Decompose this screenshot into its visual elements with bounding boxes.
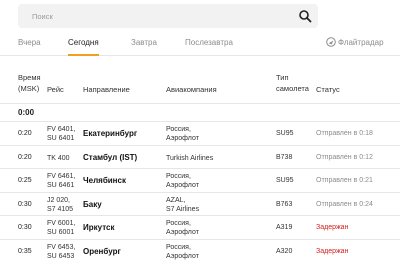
search-icon[interactable] <box>298 9 312 23</box>
col-status: Статус <box>316 85 340 94</box>
status-text: Задержан <box>316 224 349 231</box>
table-row[interactable]: 0:20 TK 400 Стамбул (IST) Turkish Airlines B… <box>0 144 400 169</box>
destination-city: Оренбург <box>83 246 121 256</box>
col-destination: Направление <box>83 85 130 94</box>
search-bar <box>18 4 318 28</box>
status-text: Отправлен в 0:21 <box>316 177 373 184</box>
tab-day-after-tomorrow[interactable]: Послезавтра <box>185 38 233 47</box>
table-row[interactable]: 0:20 FV 6401, SU 6401 Екатеринбург Россия, Аэ… <box>0 121 400 145</box>
destination-city: Иркутск <box>83 223 115 232</box>
status-text: Отправлен в 0:12 <box>316 153 373 161</box>
destination-city: Стамбул (IST) <box>83 152 138 162</box>
status-text: Задержан <box>316 247 349 255</box>
flightradar-label: Флайтрадар <box>338 38 384 47</box>
status-text: Отправлен в 0:18 <box>316 130 373 137</box>
aircraft-type: A320 <box>276 247 293 255</box>
airline-name: Turkish Airlines <box>166 154 214 162</box>
day-tabs: Вчера Сегодня Завтра Послезавтра Флайтра… <box>0 30 400 56</box>
destination-city: Челябинск <box>83 176 126 185</box>
flight-number: FV 6001, SU 6001 <box>47 220 76 236</box>
aircraft-type: A319 <box>276 224 293 231</box>
table-row[interactable]: 0:30 J2 020, S7 4105 Баку AZAL, S7 Airlines B7… <box>0 191 400 216</box>
col-airline: Авиакомпания <box>166 85 217 94</box>
airline-name: Россия, Аэрофлот <box>166 220 199 236</box>
table-row[interactable]: 0:25 FV 6461, SU 6461 Челябинск Россия, Аэроф… <box>0 168 400 192</box>
aircraft-type: B763 <box>276 200 293 208</box>
table-header: Время (MSK) Рейс Направление Авиакомпани… <box>0 70 400 102</box>
col-time: Время (MSK) <box>18 73 41 93</box>
active-tab-indicator <box>68 54 99 56</box>
tab-tomorrow[interactable]: Завтра <box>131 38 157 47</box>
col-aircraft-type: Тип самолета <box>276 73 309 93</box>
aircraft-type: B738 <box>276 153 293 161</box>
aircraft-type: SU95 <box>276 130 294 137</box>
search-input[interactable] <box>32 8 282 24</box>
departure-time: 0:20 <box>18 130 32 137</box>
departure-time: 0:25 <box>18 177 32 184</box>
departure-time: 0:35 <box>18 247 32 255</box>
time-group-header: 0:00 <box>0 103 400 121</box>
departure-time: 0:20 <box>18 153 32 161</box>
destination-city: Екатеринбург <box>83 129 138 138</box>
airline-name: Россия, Аэрофлот <box>166 173 199 189</box>
time-group-label: 0:00 <box>18 108 35 117</box>
flight-number: J2 020, S7 4105 <box>47 196 74 213</box>
departure-time: 0:30 <box>18 200 32 208</box>
flight-number: TK 400 <box>47 154 70 162</box>
flight-number: FV 6461, SU 6461 <box>47 173 76 189</box>
flights-table: 0:20 FV 6401, SU 6401 Екатеринбург Россия, Аэ… <box>0 121 400 262</box>
tab-today[interactable]: Сегодня <box>68 38 99 47</box>
tab-yesterday[interactable]: Вчера <box>18 38 41 47</box>
airline-name: Россия, Аэрофлот <box>166 243 199 260</box>
flight-number: FV 6401, SU 6401 <box>47 126 76 142</box>
flightradar-icon <box>326 37 336 47</box>
airline-name: Россия, Аэрофлот <box>166 126 199 142</box>
aircraft-type: SU95 <box>276 177 294 184</box>
table-row[interactable]: 0:35 FV 6453, SU 6453 Оренбург Россия, Аэрофл… <box>0 238 400 263</box>
flight-number: FV 6453, SU 6453 <box>47 243 76 260</box>
destination-city: Баку <box>83 199 102 209</box>
col-flight: Рейс <box>47 85 64 94</box>
airline-name: AZAL, S7 Airlines <box>166 196 200 213</box>
status-text: Отправлен в 0:24 <box>316 200 373 208</box>
table-row[interactable]: 0:30 FV 6001, SU 6001 Иркутск Россия, Аэрофло… <box>0 215 400 239</box>
departure-time: 0:30 <box>18 224 32 231</box>
